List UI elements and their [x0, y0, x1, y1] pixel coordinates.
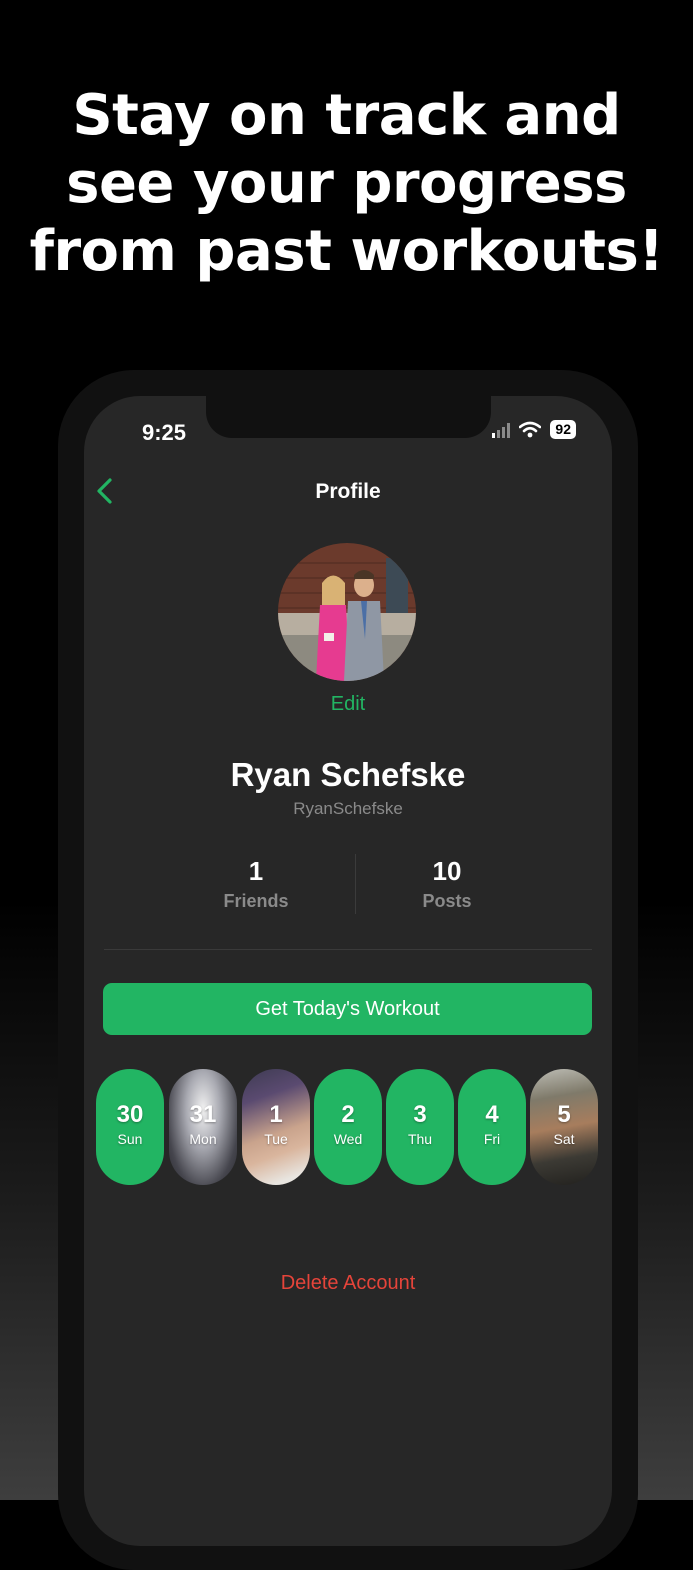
- friends-stat[interactable]: 1 Friends: [176, 856, 336, 912]
- divider: [104, 949, 592, 950]
- status-icons: 92: [492, 420, 576, 439]
- day-number: 31: [189, 1101, 217, 1128]
- posts-count: 10: [432, 856, 462, 886]
- day-label: Mon: [189, 1131, 217, 1147]
- headline-line-1: Stay on track and: [72, 83, 621, 148]
- delete-account-button[interactable]: Delete Account: [84, 1272, 612, 1295]
- day-label: Wed: [333, 1131, 363, 1147]
- day-label: Tue: [264, 1131, 288, 1147]
- day-tue[interactable]: 1 Tue: [242, 1069, 310, 1185]
- phone-notch: [206, 396, 491, 438]
- profile-username: RyanSchefske: [293, 799, 403, 818]
- day-number: 2: [341, 1101, 355, 1128]
- profile-name: Ryan Schefske: [230, 756, 466, 793]
- get-todays-workout-button[interactable]: Get Today's Workout: [103, 983, 592, 1035]
- stats-divider: [355, 854, 356, 914]
- headline-line-3: from past workouts!: [29, 219, 664, 284]
- day-label: Fri: [483, 1131, 501, 1147]
- status-time: 9:25: [142, 420, 187, 445]
- day-label: Sun: [117, 1131, 143, 1147]
- day-label: Sat: [553, 1131, 575, 1147]
- day-number: 30: [116, 1101, 144, 1128]
- battery-indicator: 92: [550, 420, 576, 439]
- profile-photo: [278, 543, 416, 681]
- day-mon[interactable]: 31 Mon: [169, 1069, 237, 1185]
- day-sun[interactable]: 30 Sun: [96, 1069, 164, 1185]
- wifi-icon: [519, 421, 542, 438]
- posts-stat[interactable]: 10 Posts: [367, 856, 527, 912]
- day-wed[interactable]: 2 Wed: [314, 1069, 382, 1185]
- day-thu[interactable]: 3 Thu: [386, 1069, 454, 1185]
- posts-label: Posts: [422, 891, 472, 911]
- day-label: Thu: [407, 1131, 433, 1147]
- headline: Stay on track and see your progress from…: [0, 82, 693, 286]
- edit-photo-link[interactable]: Edit: [84, 693, 612, 716]
- friends-count: 1: [248, 856, 264, 886]
- phone-screen: 9:25 92 Profile Edit Ryan Schefske RyanS…: [84, 396, 612, 1546]
- day-number: 4: [485, 1101, 499, 1128]
- friends-label: Friends: [223, 891, 289, 911]
- day-sat[interactable]: 5 Sat: [530, 1069, 598, 1185]
- avatar[interactable]: [278, 543, 416, 681]
- day-number: 1: [269, 1101, 283, 1128]
- cellular-signal-icon: [492, 422, 511, 438]
- day-number: 3: [413, 1101, 427, 1128]
- page-title: Profile: [315, 480, 381, 503]
- day-fri[interactable]: 4 Fri: [458, 1069, 526, 1185]
- day-number: 5: [557, 1101, 571, 1128]
- week-day-strip: 30 Sun 31 Mon 1 Tue 2 Wed 3 Thu 4 Fri 5 …: [96, 1069, 612, 1185]
- headline-line-2: see your progress: [66, 151, 627, 216]
